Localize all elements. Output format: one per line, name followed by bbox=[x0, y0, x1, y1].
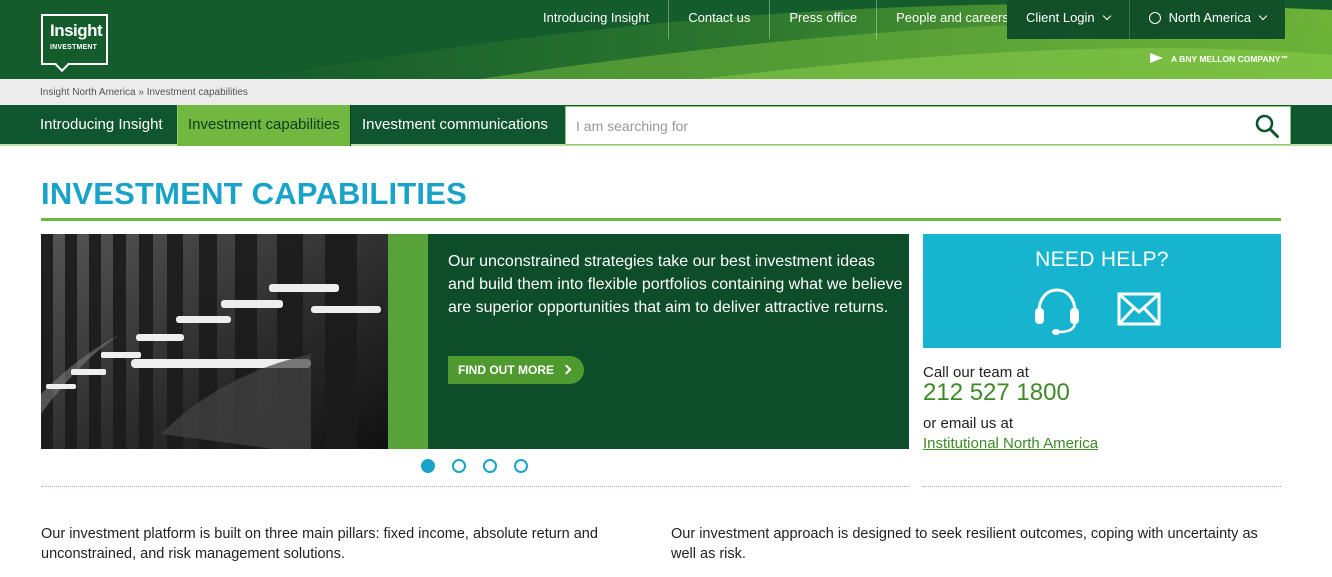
sidebar-divider bbox=[923, 486, 1281, 487]
page-title: INVESTMENT CAPABILITIES bbox=[41, 176, 467, 211]
chevron-right-icon bbox=[561, 364, 572, 375]
utility-nav-introducing-insight[interactable]: Introducing Insight bbox=[524, 0, 670, 39]
intro-paragraph-right: Our investment approach is designed to s… bbox=[671, 526, 1258, 562]
client-login-dropdown[interactable]: Client Login bbox=[1007, 0, 1130, 39]
site-header: Insight INVESTMENT Introducing Insight C… bbox=[0, 0, 1332, 79]
carousel-dot-4[interactable] bbox=[514, 459, 528, 473]
logo-subtitle: INVESTMENT bbox=[50, 44, 98, 51]
account-nav: Client Login North America bbox=[1007, 0, 1286, 39]
email-link[interactable]: Institutional North America bbox=[923, 435, 1098, 452]
title-divider bbox=[41, 218, 1281, 221]
search-input[interactable] bbox=[576, 115, 1216, 137]
utility-nav-contact-us[interactable]: Contact us bbox=[669, 0, 771, 39]
carousel-caption: Our unconstrained strategies take our be… bbox=[448, 253, 903, 316]
utility-nav-people-careers[interactable]: People and careers bbox=[877, 0, 1028, 39]
email-label: or email us at bbox=[923, 415, 1014, 432]
carousel-photo-server-racks bbox=[41, 234, 388, 449]
main-nav-introducing-insight[interactable]: Introducing Insight bbox=[30, 105, 173, 146]
breadcrumb-bar: Insight North America » Investment capab… bbox=[0, 79, 1332, 105]
main-nav-investment-capabilities[interactable]: Investment capabilities bbox=[177, 105, 351, 146]
need-help-title: NEED HELP? bbox=[1035, 248, 1169, 271]
bny-text: A BNY MELLON COMPANY℠ bbox=[1171, 54, 1290, 64]
utility-nav: Introducing Insight Contact us Press off… bbox=[524, 0, 1028, 39]
carousel-accent-band bbox=[388, 234, 428, 449]
carousel-pagination bbox=[421, 459, 545, 473]
chevron-down-icon bbox=[1102, 11, 1111, 21]
region-selector[interactable]: North America bbox=[1129, 0, 1286, 39]
insight-logo[interactable]: Insight INVESTMENT bbox=[41, 14, 108, 73]
bny-mellon-tagline: A BNY MELLON COMPANY℠ bbox=[1150, 52, 1289, 65]
headset-icon[interactable] bbox=[1033, 286, 1081, 336]
need-help-panel: NEED HELP? bbox=[923, 234, 1281, 348]
content-divider bbox=[41, 486, 909, 487]
carousel-dot-1[interactable] bbox=[421, 459, 435, 473]
chevron-down-icon bbox=[1258, 11, 1268, 21]
mail-icon[interactable] bbox=[1117, 292, 1161, 326]
carousel-dot-3[interactable] bbox=[483, 459, 497, 473]
search-box bbox=[565, 106, 1291, 145]
intro-paragraph-left: Our investment platform is built on thre… bbox=[41, 526, 598, 562]
client-login-label: Client Login bbox=[1026, 10, 1095, 25]
utility-nav-press-office[interactable]: Press office bbox=[770, 0, 878, 39]
hero-carousel: Our unconstrained strategies take our be… bbox=[41, 234, 909, 449]
phone-number[interactable]: 212 527 1800 bbox=[923, 379, 1070, 407]
logo-wordmark: Insight bbox=[50, 21, 103, 40]
bny-arrow-icon bbox=[1150, 53, 1163, 63]
main-nav-investment-communications[interactable]: Investment communications bbox=[352, 105, 558, 146]
find-out-more-button[interactable]: FIND OUT MORE bbox=[448, 356, 584, 384]
region-label: North America bbox=[1168, 10, 1252, 25]
globe-icon bbox=[1148, 12, 1161, 24]
carousel-dot-2[interactable] bbox=[452, 459, 466, 473]
find-out-more-label: FIND OUT MORE bbox=[458, 363, 554, 377]
search-icon[interactable] bbox=[1254, 113, 1280, 139]
breadcrumb[interactable]: Insight North America » Investment capab… bbox=[40, 87, 248, 98]
